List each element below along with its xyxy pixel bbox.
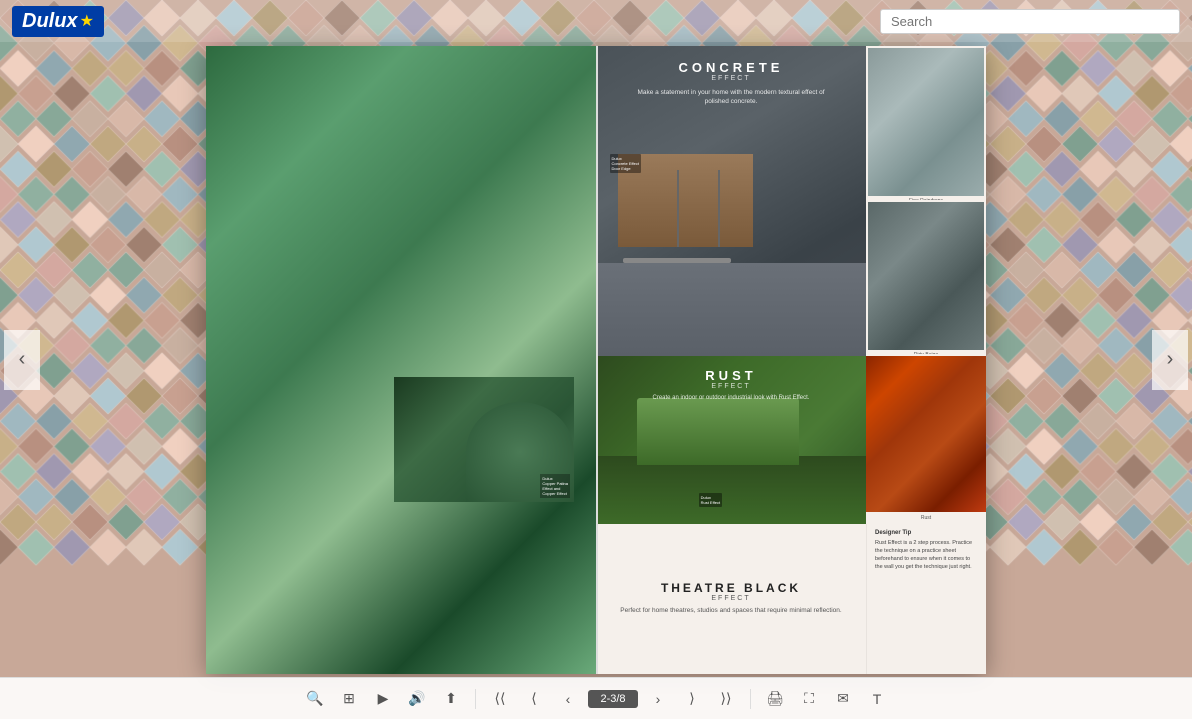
concrete-swatch-2-label: Dirty Beige (868, 350, 984, 354)
rust-text: RUST EFFECT Create an indoor or outdoor … (596, 368, 866, 403)
theatre-title: THEATRE BLACK (661, 581, 801, 595)
separator-2 (750, 689, 751, 709)
concrete-swatch-1: Fine Raindrops (868, 48, 984, 200)
share-icon: ⬆ (445, 690, 457, 707)
next-spread-icon: ⟩ (689, 690, 694, 707)
page-indicator: 2-3/8 (588, 690, 638, 708)
concrete-swatch-1-img (868, 48, 984, 196)
print-button[interactable]: 🖨 (761, 685, 789, 713)
rust-dulux-label: DuluxRust Effect (699, 493, 723, 507)
right-page: DuluxConcrete EffectDoor Edge CONCRETE E… (596, 46, 986, 674)
header: Dulux ★ (0, 0, 1192, 42)
theatre-desc: Perfect for home theatres, studios and s… (610, 606, 851, 616)
rust-swatch-label: Rust (866, 512, 986, 524)
rust-desc: Create an indoor or outdoor industrial l… (596, 394, 866, 403)
logo: Dulux ★ (12, 6, 104, 37)
concrete-swatch-2-img (868, 202, 984, 350)
prev-page-arrow[interactable]: ‹ (4, 330, 40, 390)
concrete-swatch-2: Dirty Beige (868, 202, 984, 354)
rust-effect-sub: EFFECT (596, 383, 866, 390)
grid-button[interactable]: ⊞ (335, 685, 363, 713)
book-spread: CREATE YOUR DESIGN STATEMENT The Dulux® … (206, 46, 986, 674)
patina-plant-image: DuluxCopper PatinaEffect andCopper Effec… (394, 377, 574, 502)
last-page-icon: ⟩⟩ (721, 690, 732, 707)
separator-1 (475, 689, 476, 709)
next-page-arrow[interactable]: › (1152, 330, 1188, 390)
next-page-btn[interactable]: › (644, 685, 672, 713)
concrete-swatch-zone: Fine Raindrops Dirty Beige (866, 46, 986, 356)
rust-swatch-zone: Rust (866, 356, 986, 524)
text-button[interactable]: T (863, 685, 891, 713)
theatre-sub: EFFECT (711, 595, 750, 602)
prev-page-btn-icon: ‹ (566, 691, 571, 707)
print-icon: 🖨 (766, 690, 784, 707)
next-arrow-icon: › (1167, 348, 1174, 371)
zoom-in-button[interactable]: 🔍 (301, 685, 329, 713)
prev-spread-button[interactable]: ⟨ (520, 685, 548, 713)
next-spread-button[interactable]: ⟩ (678, 685, 706, 713)
last-page-button[interactable]: ⟩⟩ (712, 685, 740, 713)
fullscreen-button[interactable]: ⛶ (795, 685, 823, 713)
search-box[interactable] (880, 9, 1180, 34)
audio-icon: 🔊 (408, 690, 425, 707)
prev-arrow-icon: ‹ (19, 348, 26, 371)
rust-tip-text: Rust Effect is a 2 step process. Practic… (875, 539, 978, 572)
rust-title: RUST (596, 368, 866, 383)
concrete-desc: Make a statement in your home with the m… (596, 88, 866, 108)
concrete-title: CONCRETE (596, 60, 866, 75)
concrete-effect-sub: EFFECT (596, 75, 866, 82)
concrete-swatch-1-label: Fine Raindrops (868, 196, 984, 200)
left-page: CREATE YOUR DESIGN STATEMENT The Dulux® … (206, 46, 596, 674)
right-page-inner: DuluxConcrete EffectDoor Edge CONCRETE E… (596, 46, 986, 674)
email-icon: ✉ (837, 690, 849, 707)
right-designer-tip: Designer Tip Rust Effect is a 2 step pro… (866, 524, 986, 674)
share-button[interactable]: ⬆ (437, 685, 465, 713)
concrete-zone: DuluxConcrete EffectDoor Edge CONCRETE E… (596, 46, 866, 356)
play-button[interactable]: ▶ (369, 685, 397, 713)
patina-small-label: DuluxCopper PatinaEffect andCopper Effec… (540, 474, 570, 498)
fullscreen-icon: ⛶ (804, 690, 814, 707)
play-icon: ▶ (378, 690, 389, 707)
patina-section: COPPER PATINA EFFECT Add over Copper Eff… (228, 335, 574, 529)
first-page-icon: ⟨⟨ (495, 690, 506, 707)
patina-images: DuluxCopper PatinaEffect andCopper Effec… (228, 377, 574, 502)
audio-button[interactable]: 🔊 (403, 685, 431, 713)
theatre-zone: THEATRE BLACK EFFECT Perfect for home th… (596, 524, 866, 674)
next-page-btn-icon: › (656, 691, 661, 707)
prev-page-btn[interactable]: ‹ (554, 685, 582, 713)
patina-texture-image (228, 377, 390, 502)
text-icon: T (873, 691, 882, 707)
concrete-dulux-label: DuluxConcrete EffectDoor Edge (610, 154, 642, 173)
grid-icon: ⊞ (343, 690, 355, 707)
main-content: ‹ CREATE YOUR DESIGN STATEMENT The Dulux… (0, 42, 1192, 677)
rust-zone: DuluxRust Effect RUST EFFECT Create an i… (596, 356, 866, 524)
concrete-text: CONCRETE EFFECT Make a statement in your… (596, 60, 866, 108)
toolbar: 🔍 ⊞ ▶ 🔊 ⬆ ⟨⟨ ⟨ ‹ 2-3/8 › ⟩ ⟩⟩ 🖨 ⛶ ✉ T (0, 677, 1192, 719)
first-page-button[interactable]: ⟨⟨ (486, 685, 514, 713)
rust-tip-title: Designer Tip (875, 530, 978, 536)
logo-text: Dulux (22, 10, 78, 33)
rust-swatch-img (866, 356, 986, 512)
prev-spread-icon: ⟨ (531, 690, 536, 707)
search-input[interactable] (891, 14, 1169, 29)
email-button[interactable]: ✉ (829, 685, 857, 713)
logo-star: ★ (80, 11, 94, 31)
zoom-in-icon: 🔍 (306, 690, 323, 707)
